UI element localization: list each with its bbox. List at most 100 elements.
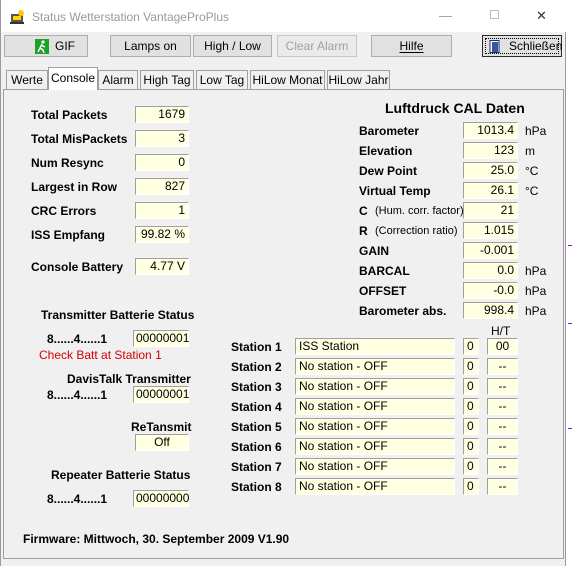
- station-label: Station 5: [231, 420, 282, 434]
- station-label: Station 7: [231, 460, 282, 474]
- total-packets-label: Total Packets: [31, 108, 108, 122]
- cal-row-value: 26.1: [463, 182, 518, 199]
- cal-row-sublabel: (Correction ratio): [375, 225, 458, 237]
- repeater-heading: Repeater Batterie Status: [51, 468, 191, 482]
- cal-row-value: -0.0: [463, 282, 518, 299]
- station-name-field: No station - OFF: [295, 398, 455, 415]
- close-button[interactable]: ✕: [536, 8, 547, 24]
- hilfe-label: Hilfe: [399, 39, 424, 53]
- station-name-field: No station - OFF: [295, 378, 455, 395]
- total-mispackets-label: Total MisPackets: [31, 132, 128, 146]
- cal-row-label: Barometer: [359, 124, 420, 138]
- station-label: Station 6: [231, 440, 282, 454]
- check-batt-warning: Check Batt at Station 1: [39, 348, 162, 362]
- cal-row-label: BARCAL: [359, 264, 410, 278]
- total-packets-value: 1679: [135, 106, 189, 123]
- station-number-field: 0: [463, 398, 479, 415]
- schliessen-label: Schließen: [509, 39, 563, 53]
- cal-row-label: C: [359, 204, 368, 218]
- tab-hilow-jahr[interactable]: HiLow Jahr: [327, 70, 390, 89]
- cal-row-label: Barometer abs.: [359, 304, 447, 318]
- transmitter-bits-label: 8......4......1: [47, 332, 108, 346]
- cal-row-value: -0.001: [463, 242, 518, 259]
- cal-row-unit: hPa: [525, 284, 547, 298]
- cal-row-unit: m: [525, 144, 535, 158]
- cal-row-sublabel: (Hum. corr. factor): [375, 205, 464, 217]
- iss-empfang-value: 99.82 %: [135, 226, 189, 243]
- app-icon: [10, 10, 24, 24]
- station-name-field: No station - OFF: [295, 418, 455, 435]
- cal-row-value: 998.4: [463, 302, 518, 319]
- num-resync-label: Num Resync: [31, 156, 104, 170]
- tab-low-tag[interactable]: Low Tag: [196, 70, 248, 89]
- high-low-button[interactable]: High / Low: [193, 35, 272, 57]
- station-name-field: No station - OFF: [295, 358, 455, 375]
- edge-marker: [568, 245, 572, 246]
- cal-row-unit: hPa: [525, 124, 547, 138]
- console-battery-label: Console Battery: [31, 260, 124, 274]
- hilfe-button[interactable]: Hilfe: [371, 35, 452, 57]
- cal-row-label: Virtual Temp: [359, 184, 431, 198]
- cal-row-value: 0.0: [463, 262, 518, 279]
- schliessen-button[interactable]: Schließen: [482, 35, 562, 57]
- num-resync-value: 0: [135, 154, 189, 171]
- station-ht-field: 00: [487, 338, 518, 355]
- cal-heading: Luftdruck CAL Daten: [385, 100, 525, 116]
- station-ht-field: --: [487, 378, 518, 395]
- clear-alarm-button[interactable]: Clear Alarm: [277, 35, 357, 57]
- title-bar[interactable]: Status Wetterstation VantageProPlus — ☐ …: [1, 0, 567, 32]
- cal-row-value: 25.0: [463, 162, 518, 179]
- cal-row-label: GAIN: [359, 244, 389, 258]
- lamps-on-button[interactable]: Lamps on: [110, 35, 191, 57]
- station-label: Station 3: [231, 380, 282, 394]
- cal-row-unit: °C: [525, 164, 539, 178]
- retransmit-heading: ReTansmit: [131, 420, 192, 434]
- ht-header: H/T: [491, 324, 511, 338]
- firmware-text: Firmware: Mittwoch, 30. September 2009 V…: [23, 532, 290, 546]
- station-number-field: 0: [463, 338, 479, 355]
- crc-errors-value: 1: [135, 202, 189, 219]
- tab-werte[interactable]: Werte: [6, 70, 48, 89]
- station-number-field: 0: [463, 378, 479, 395]
- tab-high-tag[interactable]: High Tag: [140, 70, 194, 89]
- repeater-bits-value: 00000000: [133, 490, 189, 507]
- station-name-field: No station - OFF: [295, 458, 455, 475]
- cal-row-unit: hPa: [525, 304, 547, 318]
- tab-hilow-monat[interactable]: HiLow Monat: [250, 70, 325, 89]
- total-mispackets-value: 3: [135, 130, 189, 147]
- crc-errors-label: CRC Errors: [31, 204, 97, 218]
- minimize-button[interactable]: —: [439, 8, 452, 23]
- iss-empfang-label: ISS Empfang: [31, 228, 106, 242]
- station-label: Station 8: [231, 480, 282, 494]
- station-ht-field: --: [487, 438, 518, 455]
- cal-row-label: OFFSET: [359, 284, 407, 298]
- davistalk-heading: DavisTalk Transmitter: [67, 372, 191, 386]
- cal-row-value: 1.015: [463, 222, 518, 239]
- running-man-icon: [35, 39, 49, 54]
- cal-row-label: Dew Point: [359, 164, 418, 178]
- gif-button[interactable]: GIF: [4, 35, 88, 57]
- cal-row-unit: hPa: [525, 264, 547, 278]
- station-name-field: No station - OFF: [295, 478, 455, 495]
- cal-row-value: 1013.4: [463, 122, 518, 139]
- door-exit-icon: [489, 40, 500, 53]
- edge-marker: [568, 428, 572, 429]
- retransmit-value: Off: [135, 434, 189, 451]
- davistalk-bits-label: 8......4......1: [47, 388, 108, 402]
- station-name-field: No station - OFF: [295, 438, 455, 455]
- tab-alarm[interactable]: Alarm: [98, 70, 138, 89]
- station-ht-field: --: [487, 458, 518, 475]
- station-number-field: 0: [463, 458, 479, 475]
- transmitter-heading: Transmitter Batterie Status: [41, 308, 195, 322]
- station-ht-field: --: [487, 358, 518, 375]
- station-label: Station 1: [231, 340, 282, 354]
- station-name-field: ISS Station: [295, 338, 455, 355]
- console-battery-value: 4.77 V: [135, 258, 189, 275]
- cal-row-label: R: [359, 224, 368, 238]
- tab-console[interactable]: Console: [48, 67, 98, 90]
- station-ht-field: --: [487, 398, 518, 415]
- maximize-button[interactable]: ☐: [489, 8, 500, 22]
- station-number-field: 0: [463, 478, 479, 495]
- main-window: Status Wetterstation VantageProPlus — ☐ …: [0, 0, 567, 566]
- edge-marker: [568, 323, 572, 324]
